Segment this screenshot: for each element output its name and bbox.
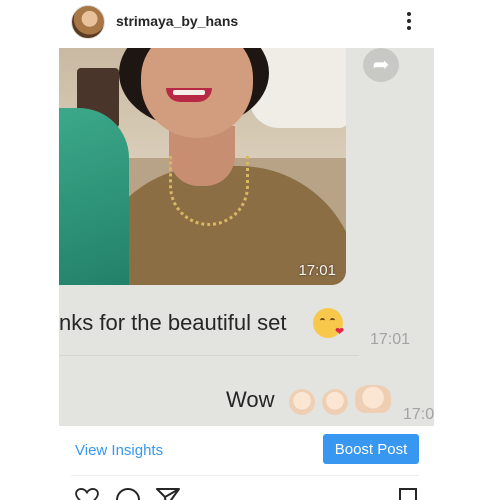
- comment-icon[interactable]: [116, 488, 140, 500]
- avatar[interactable]: [71, 5, 105, 39]
- message-timestamp: 17:0: [403, 406, 434, 423]
- bookmark-icon[interactable]: [399, 488, 417, 500]
- ok-hand-emoji: [322, 389, 348, 415]
- post-media[interactable]: 17:01 ➦ nks for the beautiful set ❤ 17:0…: [59, 48, 434, 426]
- divider: [71, 475, 419, 476]
- post-header: strimaya_by_hans: [0, 0, 500, 44]
- post-action-bar: [0, 486, 500, 500]
- chat-divider: [59, 355, 359, 356]
- message-timestamp: 17:01: [370, 331, 411, 348]
- chat-message-text: Wow: [226, 387, 275, 412]
- share-arrow-icon: ➦: [363, 48, 399, 82]
- photo-timestamp: 17:01: [298, 262, 336, 279]
- ok-hand-emoji: [289, 389, 315, 415]
- chat-photo: 17:01: [59, 48, 346, 285]
- boost-post-button[interactable]: Boost Post: [323, 434, 419, 464]
- chat-message-text: nks for the beautiful set: [59, 310, 287, 335]
- raising-hands-emoji: [355, 385, 391, 413]
- heart-emoji-detail: ❤: [335, 326, 345, 338]
- username[interactable]: strimaya_by_hans: [116, 13, 238, 29]
- direct-send-icon[interactable]: [156, 488, 180, 500]
- view-insights-link[interactable]: View Insights: [75, 442, 163, 459]
- more-options-icon[interactable]: [399, 10, 419, 32]
- heart-outline-icon[interactable]: [74, 488, 100, 500]
